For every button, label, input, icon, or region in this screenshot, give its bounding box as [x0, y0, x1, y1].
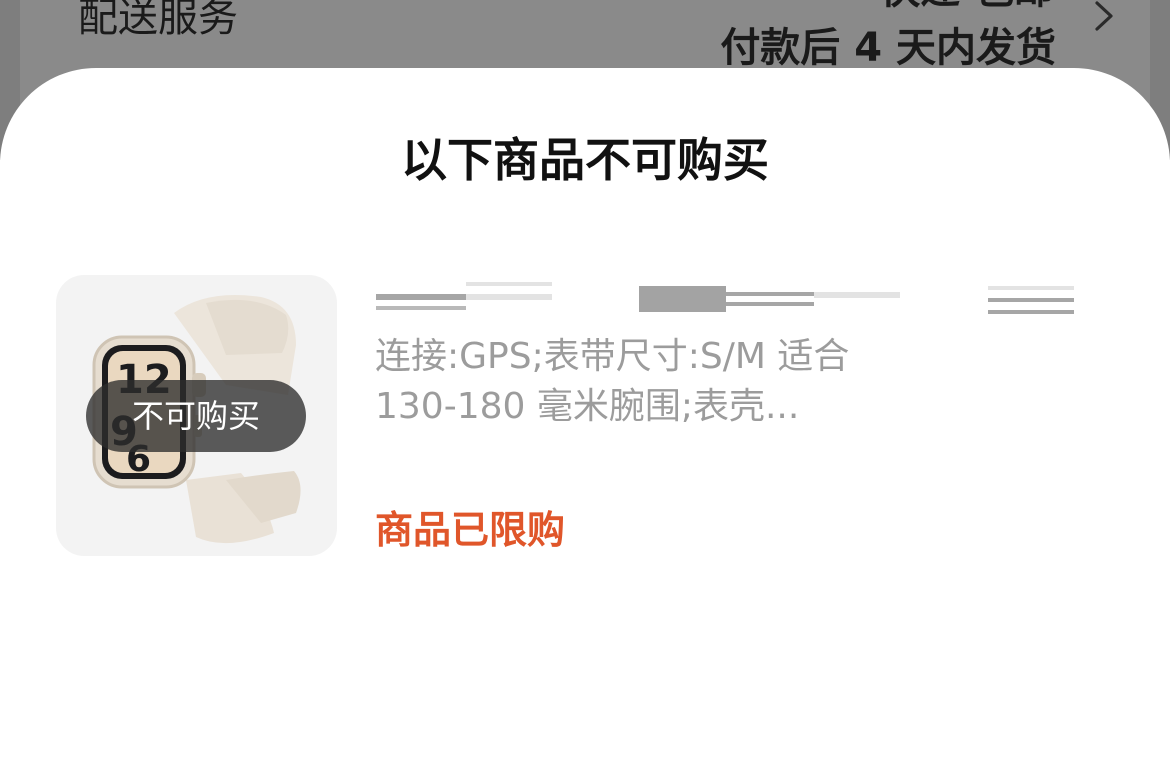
delivery-service-label: 配送服务: [78, 0, 238, 41]
delivery-method-text: 快递 包邮: [880, 0, 1054, 16]
purchase-limit-status: 商品已限购: [375, 508, 566, 552]
chevron-right-icon: [1095, 1, 1113, 31]
product-spec-text: 连接:GPS;表带尺寸:S/M 适合 130-180 毫米腕围;表壳...: [375, 332, 975, 432]
product-name-redacted: [376, 278, 1096, 322]
sheet-title: 以下商品不可购买: [401, 133, 769, 187]
product-thumbnail[interactable]: 12 9 6 不可购买: [56, 275, 337, 556]
unavailable-badge: 不可购买: [86, 380, 306, 452]
spec-line-1: 连接:GPS;表带尺寸:S/M 适合: [375, 336, 850, 377]
spec-line-2: 130-180 毫米腕围;表壳...: [375, 386, 800, 427]
unavailable-items-sheet: 以下商品不可购买 12 9 6 不可购买: [0, 68, 1170, 768]
ship-time-text: 付款后 4 天内发货: [720, 25, 1056, 71]
